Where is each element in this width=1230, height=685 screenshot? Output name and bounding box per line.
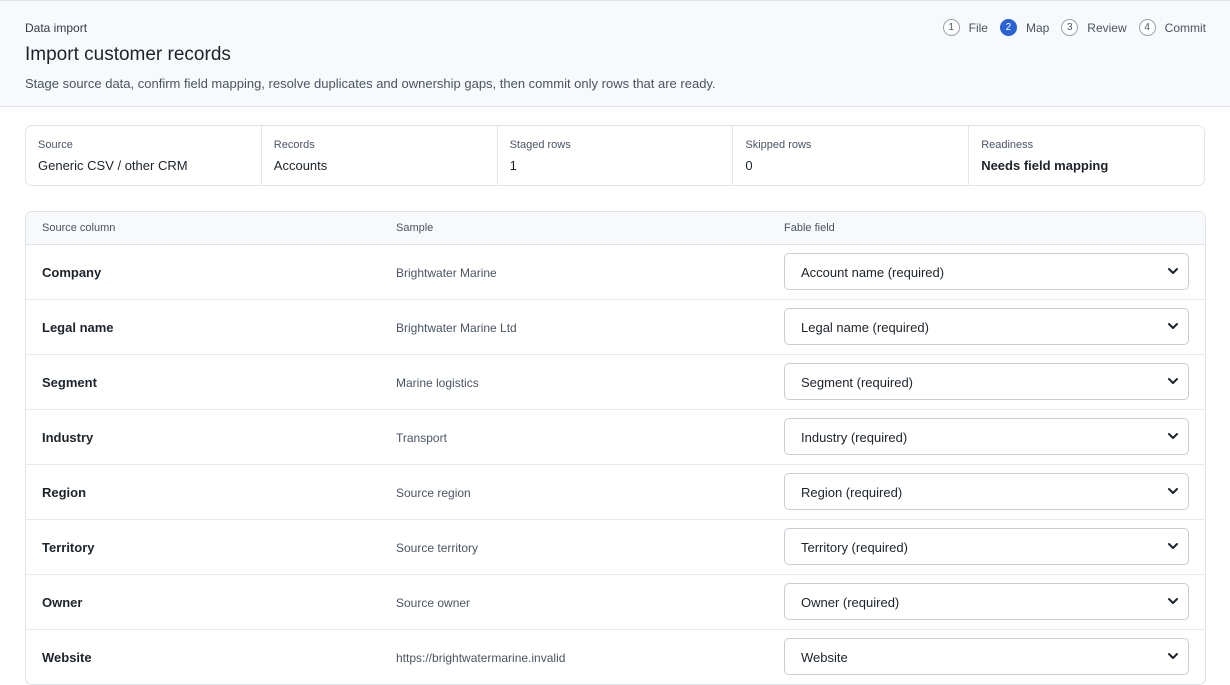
field-mapping-select[interactable]: Region (required): [784, 473, 1189, 510]
step-map[interactable]: 2 Map: [999, 19, 1050, 36]
step-number: 1: [942, 19, 960, 36]
source-column-name: Owner: [42, 595, 83, 610]
column-header-sample: Sample: [396, 222, 434, 234]
sample-value: Brightwater Marine Ltd: [396, 321, 517, 335]
step-number: 2: [999, 19, 1017, 36]
selected-field: Account name (required): [801, 265, 945, 280]
step-file[interactable]: 1 File: [942, 19, 988, 36]
sample-value: Transport: [396, 431, 447, 445]
table-body: Company Brightwater Marine Account name (r…: [26, 245, 1205, 684]
step-label: File: [968, 20, 988, 35]
stat-value: Generic CSV / other CRM: [38, 158, 188, 173]
source-column-name: Website: [42, 650, 92, 665]
field-mapping-select[interactable]: Owner (required): [784, 583, 1189, 620]
field-mapping-select[interactable]: Territory (required): [784, 528, 1189, 565]
stat-value: Needs field mapping: [981, 158, 1109, 173]
field-mapping-table: Source column Sample Fable field Company…: [25, 211, 1206, 685]
chevron-down-icon: [1168, 488, 1178, 494]
table-row: Segment Marine logistics Segment (required…: [26, 355, 1205, 410]
stat-value: 1: [509, 158, 517, 173]
source-column-name: Company: [42, 265, 102, 280]
sample-value: Source region: [396, 486, 471, 500]
chevron-down-icon: [1168, 268, 1178, 274]
table-row: Owner Source owner Owner (required): [26, 575, 1205, 630]
stat-label: Staged rows: [509, 139, 571, 151]
import-stepper: 1 File 2 Map 3 Review 4 Commit: [931, 19, 1206, 36]
column-header-source: Source column: [42, 222, 116, 234]
breadcrumb: Data import: [25, 21, 88, 35]
stat-label: Source: [38, 139, 73, 151]
table-row: Region Source region Region (required): [26, 465, 1205, 520]
selected-field: Legal name (required): [801, 320, 929, 335]
stat-source: Source Generic CSV / other CRM: [26, 126, 262, 185]
column-header-field: Fable field: [784, 222, 835, 234]
step-label: Map: [1025, 20, 1050, 35]
stat-value: Accounts: [273, 158, 328, 173]
field-mapping-select[interactable]: Segment (required): [784, 363, 1189, 400]
selected-field: Website: [801, 650, 848, 665]
source-column-name: Region: [42, 485, 87, 500]
stat-records: Records Accounts: [262, 126, 498, 185]
chevron-down-icon: [1168, 323, 1178, 329]
page-header: Data import Import customer records Stag…: [0, 0, 1230, 107]
step-number: 4: [1138, 19, 1156, 36]
stat-label: Records: [273, 139, 315, 151]
field-mapping-select[interactable]: Website: [784, 638, 1189, 675]
chevron-down-icon: [1168, 543, 1178, 549]
stat-readiness: Readiness Needs field mapping: [969, 126, 1204, 185]
source-column-name: Territory: [42, 540, 95, 555]
step-number: 3: [1061, 19, 1079, 36]
selected-field: Owner (required): [801, 595, 900, 610]
stat-staged-rows: Staged rows 1: [498, 126, 734, 185]
step-review[interactable]: 3 Review: [1061, 19, 1127, 36]
page-title: Import customer records: [25, 44, 231, 65]
source-column-name: Segment: [42, 375, 97, 390]
chevron-down-icon: [1168, 653, 1178, 659]
table-row: Website https://brightwatermarine.invalid…: [26, 630, 1205, 684]
selected-field: Region (required): [801, 485, 903, 500]
chevron-down-icon: [1168, 378, 1178, 384]
table-row: Industry Transport Industry (required): [26, 410, 1205, 465]
page-description: Stage source data, confirm field mapping…: [25, 76, 716, 91]
table-row: Company Brightwater Marine Account name (r…: [26, 245, 1205, 300]
chevron-down-icon: [1168, 433, 1178, 439]
selected-field: Territory (required): [801, 540, 908, 555]
sample-value: Brightwater Marine: [396, 266, 497, 280]
sample-value: Marine logistics: [396, 376, 479, 390]
sample-value: https://brightwatermarine.invalid: [396, 651, 566, 665]
field-mapping-select[interactable]: Legal name (required): [784, 308, 1189, 345]
source-column-name: Industry: [42, 430, 94, 445]
table-row: Territory Source territory Territory (requ…: [26, 520, 1205, 575]
stat-label: Readiness: [981, 139, 1034, 151]
stat-label: Skipped rows: [745, 139, 812, 151]
stat-value: 0: [745, 158, 753, 173]
source-column-name: Legal name: [42, 320, 114, 335]
step-label: Review: [1087, 20, 1127, 35]
chevron-down-icon: [1168, 598, 1178, 604]
stat-skipped-rows: Skipped rows 0: [733, 126, 970, 185]
field-mapping-select[interactable]: Account name (required): [784, 253, 1189, 290]
sample-value: Source owner: [396, 596, 471, 610]
step-commit[interactable]: 4 Commit: [1138, 19, 1206, 36]
import-summary: Source Generic CSV / other CRM Records A…: [25, 125, 1205, 186]
table-row: Legal name Brightwater Marine Ltd Legal na…: [26, 300, 1205, 355]
table-header: Source column Sample Fable field: [26, 212, 1205, 245]
field-mapping-select[interactable]: Industry (required): [784, 418, 1189, 455]
sample-value: Source territory: [396, 541, 479, 555]
selected-field: Segment (required): [801, 375, 913, 390]
selected-field: Industry (required): [801, 430, 908, 445]
step-label: Commit: [1164, 20, 1206, 35]
